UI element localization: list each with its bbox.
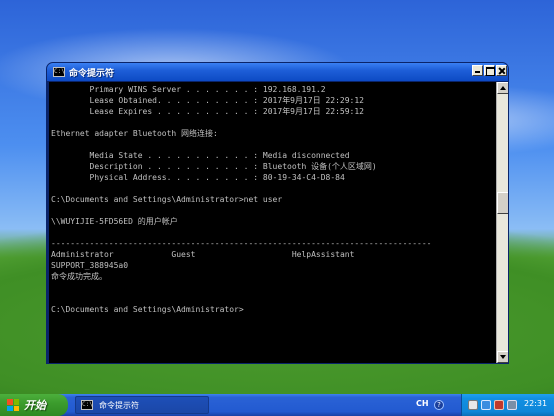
console-line: Media State . . . . . . . . . . . : Medi…: [51, 151, 350, 160]
system-tray: 22:31: [461, 394, 554, 416]
console-line: Description . . . . . . . . . . . : Blue…: [51, 162, 377, 171]
console-line: SUPPORT_388945a0: [51, 261, 129, 270]
windows-logo-icon: [7, 399, 19, 411]
start-button[interactable]: 开始: [0, 394, 68, 416]
window-title: 命令提示符: [69, 68, 115, 79]
console-line: Lease Obtained. . . . . . . . . . : 2017…: [51, 96, 364, 105]
console-line: Primary WINS Server . . . . . . . : 192.…: [51, 85, 326, 94]
vertical-scrollbar[interactable]: [496, 82, 508, 363]
language-indicator[interactable]: CH: [416, 399, 429, 408]
help-icon[interactable]: ?: [434, 400, 444, 410]
console-line: Physical Address. . . . . . . . . : 80-1…: [51, 173, 345, 182]
start-label: 开始: [24, 399, 46, 412]
taskbar: 开始 C:\ 命令提示符 CH ? 22:31: [0, 394, 554, 416]
console-line: ----------------------------------------…: [51, 239, 432, 248]
title-bar[interactable]: C:\ 命令提示符: [47, 63, 508, 81]
taskbar-item-command-prompt[interactable]: C:\ 命令提示符: [75, 396, 209, 414]
scroll-down-button[interactable]: [497, 351, 508, 363]
display-icon[interactable]: [507, 400, 517, 410]
clock[interactable]: 22:31: [524, 399, 547, 408]
scroll-up-button[interactable]: [497, 82, 508, 94]
console-line: Ethernet adapter Bluetooth 网络连接:: [51, 129, 218, 138]
window-controls: [472, 65, 507, 76]
minimize-button[interactable]: [472, 65, 483, 76]
console-output[interactable]: Primary WINS Server . . . . . . . : 192.…: [49, 82, 496, 363]
console-line: Lease Expires . . . . . . . . . . : 2017…: [51, 107, 364, 116]
network-icon[interactable]: [468, 400, 478, 410]
console-line: C:\Documents and Settings\Administrator>: [51, 305, 244, 314]
console-line: \\WUYIJIE-5FD56ED 的用户帐户: [51, 217, 178, 226]
console-icon: C:\: [53, 67, 65, 77]
console-line: 命令成功完成。: [51, 272, 107, 281]
security-icon[interactable]: [494, 400, 504, 410]
console-line: C:\Documents and Settings\Administrator>…: [51, 195, 283, 204]
console-icon: C:\: [81, 400, 93, 410]
maximize-button[interactable]: [484, 65, 495, 76]
command-prompt-window: C:\ 命令提示符 Primary WINS Server . . . . . …: [46, 62, 509, 364]
console-line: Administrator Guest HelpAssistant: [51, 250, 355, 259]
close-button[interactable]: [496, 65, 507, 76]
volume-icon[interactable]: [481, 400, 491, 410]
scroll-thumb[interactable]: [497, 192, 508, 214]
taskbar-item-label: 命令提示符: [99, 400, 139, 410]
